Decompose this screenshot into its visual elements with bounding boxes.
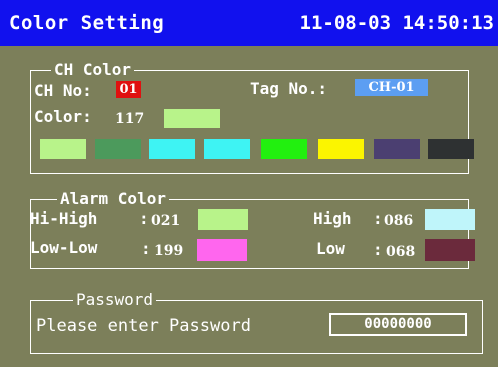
high-color-swatch[interactable] — [425, 209, 475, 230]
palette-swatch-dark-green[interactable] — [95, 139, 141, 159]
palette-swatch-charcoal[interactable] — [428, 139, 474, 159]
title-bar: Color Setting 11-08-03 14:50:13 — [0, 0, 498, 46]
palette-swatch-yellow[interactable] — [318, 139, 364, 159]
high-colon: : — [373, 209, 383, 228]
low-color-swatch[interactable] — [425, 239, 475, 261]
tag-no-value[interactable]: CH-01 — [355, 79, 428, 96]
low-low-colon: : — [141, 239, 151, 258]
low-low-label: Low-Low — [30, 238, 98, 257]
color-label: Color: — [34, 107, 92, 126]
ch-color-legend: CH Color — [51, 59, 135, 81]
alarm-color-legend: Alarm Color — [57, 188, 169, 210]
password-input[interactable]: 00000000 — [329, 313, 467, 336]
tag-no-label: Tag No.: — [250, 79, 328, 98]
low-value[interactable]: 068 — [386, 242, 415, 262]
palette-swatch-cyan-2[interactable] — [204, 139, 250, 159]
hi-high-color-swatch[interactable] — [198, 209, 248, 230]
datetime-display: 11-08-03 14:50:13 — [299, 12, 494, 34]
password-legend: Password — [73, 289, 157, 311]
password-prompt: Please enter Password — [36, 316, 251, 336]
low-low-value[interactable]: 199 — [154, 241, 183, 261]
color-value[interactable]: 117 — [115, 109, 144, 129]
hi-high-colon: : — [139, 209, 149, 228]
palette-swatch-cyan[interactable] — [149, 139, 195, 159]
palette-swatch-purple[interactable] — [374, 139, 420, 159]
palette-swatch-green[interactable] — [261, 139, 307, 159]
low-low-color-swatch[interactable] — [197, 239, 247, 261]
high-label: High — [313, 209, 352, 228]
ch-no-value[interactable]: 01 — [116, 81, 141, 98]
low-colon: : — [373, 240, 383, 259]
high-value[interactable]: 086 — [384, 211, 413, 231]
ch-no-label: CH No: — [34, 81, 92, 100]
page-title: Color Setting — [9, 12, 165, 34]
hi-high-label: Hi-High — [30, 209, 98, 228]
current-color-swatch — [164, 109, 220, 128]
low-label: Low — [316, 239, 345, 258]
palette-swatch-light-green[interactable] — [40, 139, 86, 159]
hi-high-value[interactable]: 021 — [151, 211, 180, 231]
